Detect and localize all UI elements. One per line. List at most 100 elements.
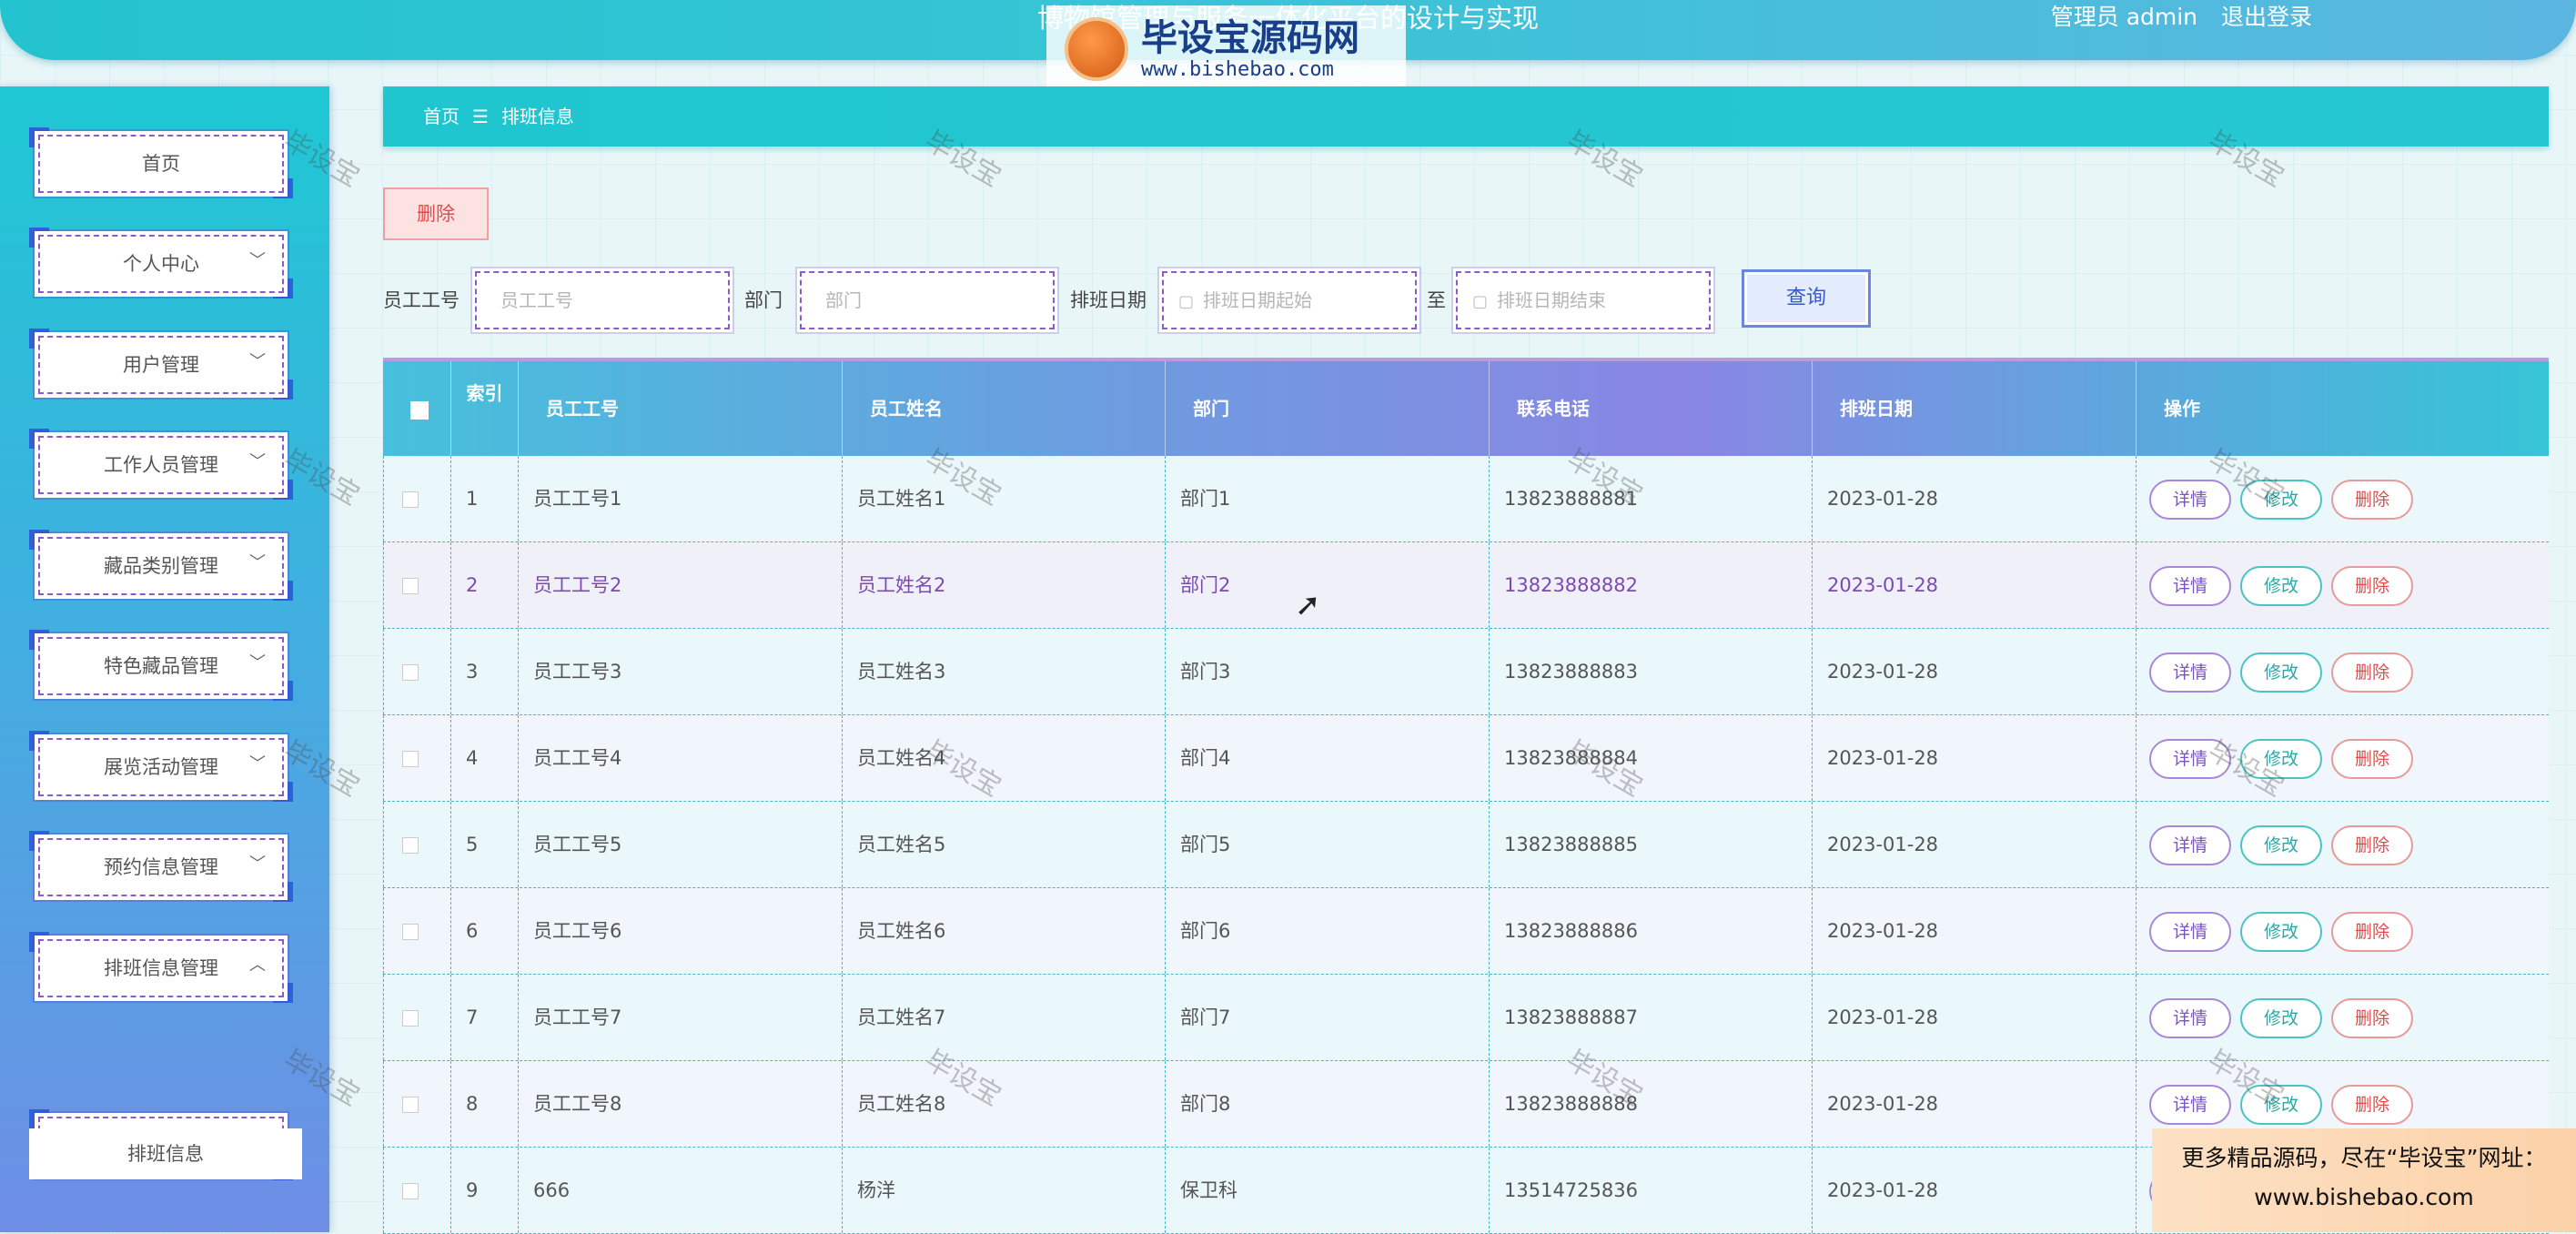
dept-input[interactable]: 部门	[800, 271, 1055, 329]
table-row[interactable]: 6 员工工号6 员工姓名6 部门6 13823888886 2023-01-28 详情 修改删…	[383, 888, 2549, 975]
cell-name: 员工姓名7	[843, 975, 1166, 1060]
table-row[interactable]: 1 员工工号1 员工姓名1 部门1 13823888881 2023-01-28 详情 修改删…	[383, 456, 2549, 542]
sidebar-item-7[interactable]: 预约信息管理 ﹀	[29, 831, 293, 902]
row-select-cell	[383, 629, 451, 714]
logout-link[interactable]: 退出登录	[2221, 4, 2312, 30]
cell-phone: 13823888882	[1490, 542, 1813, 628]
detail-button[interactable]: 详情	[2149, 652, 2231, 693]
row-select-cell	[383, 802, 451, 887]
row-checkbox[interactable]	[402, 1097, 419, 1113]
header-select-all	[383, 361, 451, 456]
emp-no-input[interactable]: 员工工号	[475, 271, 730, 329]
batch-delete-button[interactable]: 删除	[383, 187, 489, 240]
detail-button[interactable]: 详情	[2149, 912, 2231, 952]
row-checkbox[interactable]	[402, 924, 419, 940]
chevron-down-icon: ﹀	[249, 754, 266, 774]
promo-banner: 更多精品源码，尽在“毕设宝”网址： www.bishebao.com	[2152, 1128, 2576, 1232]
select-all-checkbox[interactable]	[410, 400, 429, 420]
calendar-icon: ▢	[1472, 292, 1489, 311]
cell-name: 员工姓名5	[843, 802, 1166, 887]
cell-emp_no: 员工工号3	[519, 629, 843, 714]
breadcrumb-current: 排班信息	[500, 106, 574, 127]
detail-button[interactable]: 详情	[2149, 1085, 2231, 1125]
row-checkbox[interactable]	[402, 751, 419, 767]
cell-emp_no: 员工工号1	[519, 456, 843, 541]
date-start-input[interactable]: ▢ 排班日期起始	[1162, 271, 1417, 329]
sidebar-item-4[interactable]: 藏品类别管理 ﹀	[29, 530, 293, 601]
cell-dept: 部门4	[1166, 715, 1490, 801]
sidebar-subitem-schedule-info[interactable]: 排班信息	[29, 1128, 302, 1179]
row-select-cell	[383, 1061, 451, 1147]
row-checkbox[interactable]	[402, 491, 419, 508]
detail-button[interactable]: 详情	[2149, 739, 2231, 779]
delete-button[interactable]: 删除	[2331, 480, 2413, 520]
schedule-date-label: 排班日期	[1070, 289, 1147, 311]
detail-button[interactable]: 详情	[2149, 998, 2231, 1038]
table-row[interactable]: 4 员工工号4 员工姓名4 部门4 13823888884 2023-01-28 详情 修改删…	[383, 715, 2549, 802]
row-checkbox[interactable]	[402, 664, 419, 681]
breadcrumb-home[interactable]: 首页	[423, 106, 460, 127]
delete-button[interactable]: 删除	[2331, 912, 2413, 952]
date-range-to: 至	[1427, 289, 1446, 311]
row-select-cell	[383, 975, 451, 1060]
edit-button[interactable]: 修改	[2240, 566, 2322, 606]
sidebar-item-label: 首页	[38, 135, 284, 193]
row-checkbox[interactable]	[402, 1183, 419, 1199]
sidebar-item-6[interactable]: 展览活动管理 ﹀	[29, 731, 293, 802]
edit-button[interactable]: 修改	[2240, 739, 2322, 779]
edit-button[interactable]: 修改	[2240, 480, 2322, 520]
row-checkbox[interactable]	[402, 837, 419, 854]
emp-no-label: 员工工号	[383, 289, 460, 311]
breadcrumb: 首页 ☰ 排班信息	[383, 86, 2549, 147]
sidebar-item-1[interactable]: 个人中心 ﹀	[29, 228, 293, 298]
detail-button[interactable]: 详情	[2149, 480, 2231, 520]
cell-phone: 13823888888	[1490, 1061, 1813, 1147]
sidebar-item-0[interactable]: 首页	[29, 127, 293, 198]
cell-emp_no: 员工工号6	[519, 888, 843, 974]
row-select-cell	[383, 888, 451, 974]
delete-button[interactable]: 删除	[2331, 566, 2413, 606]
date-start-placeholder: 排班日期起始	[1203, 289, 1313, 311]
sidebar-item-2[interactable]: 用户管理 ﹀	[29, 329, 293, 400]
chevron-down-icon: ﹀	[249, 452, 266, 471]
edit-button[interactable]: 修改	[2240, 652, 2322, 693]
delete-button[interactable]: 删除	[2331, 998, 2413, 1038]
query-button[interactable]: 查询	[1742, 269, 1871, 328]
table-row[interactable]: 7 员工工号7 员工姓名7 部门7 13823888887 2023-01-28 详情 修改删…	[383, 975, 2549, 1061]
row-checkbox[interactable]	[402, 1010, 419, 1027]
cell-date: 2023-01-28	[1813, 1061, 2137, 1147]
col-name: 员工姓名	[843, 361, 1166, 456]
edit-button[interactable]: 修改	[2240, 1085, 2322, 1125]
sidebar-item-5[interactable]: 特色藏品管理 ﹀	[29, 630, 293, 701]
cell-date: 2023-01-28	[1813, 542, 2137, 628]
chevron-down-icon: ﹀	[249, 855, 266, 874]
edit-button[interactable]: 修改	[2240, 998, 2322, 1038]
detail-button[interactable]: 详情	[2149, 825, 2231, 865]
logo-badge-icon	[1065, 17, 1128, 81]
cell-index: 4	[451, 715, 519, 801]
date-end-input[interactable]: ▢ 排班日期结束	[1456, 271, 1711, 329]
table-row[interactable]: 5 员工工号5 员工姓名5 部门5 13823888885 2023-01-28 详情 修改删…	[383, 802, 2549, 888]
delete-button[interactable]: 删除	[2331, 652, 2413, 693]
row-select-cell	[383, 456, 451, 541]
edit-button[interactable]: 修改	[2240, 825, 2322, 865]
logo-url: www.bishebao.com	[1141, 57, 1334, 81]
detail-button[interactable]: 详情	[2149, 566, 2231, 606]
sidebar-item-3[interactable]: 工作人员管理 ﹀	[29, 429, 293, 500]
sidebar-item-8[interactable]: 排班信息管理 ︿	[29, 932, 293, 1003]
table-row[interactable]: 3 员工工号3 员工姓名3 部门3 13823888883 2023-01-28 详情 修改删…	[383, 629, 2549, 715]
promo-line2: www.bishebao.com	[2254, 1184, 2474, 1210]
cell-name: 员工姓名6	[843, 888, 1166, 974]
sidebar-item-label: 预约信息管理	[38, 838, 284, 896]
dept-label: 部门	[744, 289, 783, 311]
cell-date: 2023-01-28	[1813, 1148, 2137, 1233]
cell-phone: 13823888881	[1490, 456, 1813, 541]
mouse-cursor-icon: ➚	[1295, 587, 1321, 623]
row-checkbox[interactable]	[402, 578, 419, 594]
cell-dept: 部门6	[1166, 888, 1490, 974]
delete-button[interactable]: 删除	[2331, 739, 2413, 779]
edit-button[interactable]: 修改	[2240, 912, 2322, 952]
delete-button[interactable]: 删除	[2331, 825, 2413, 865]
delete-button[interactable]: 删除	[2331, 1085, 2413, 1125]
table-row[interactable]: 2 员工工号2 员工姓名2 部门2 13823888882 2023-01-28 详情 修改删…	[383, 542, 2549, 629]
